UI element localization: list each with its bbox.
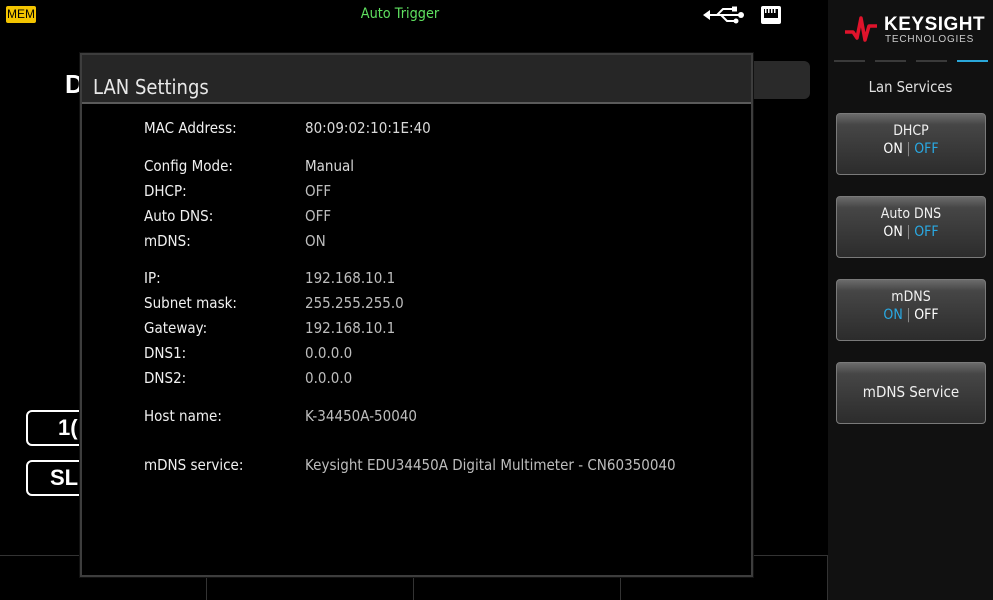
menu-title: Lan Services bbox=[868, 78, 953, 96]
ip-row: IP: 192.168.10.1 bbox=[82, 269, 742, 293]
dialog-header: LAN Settings bbox=[82, 55, 751, 104]
mdns-softkey[interactable]: mDNS ON | OFF bbox=[836, 279, 986, 341]
mdns-service-softkey[interactable]: mDNS Service bbox=[836, 362, 986, 424]
ip-value: 192.168.10.1 bbox=[305, 269, 396, 287]
auto-dns-value: OFF bbox=[305, 207, 332, 225]
dns2-row: DNS2: 0.0.0.0 bbox=[82, 369, 742, 393]
keysight-wave-icon bbox=[845, 16, 877, 42]
gateway-row: Gateway: 192.168.10.1 bbox=[82, 319, 742, 343]
subnet-mask-label: Subnet mask: bbox=[144, 294, 237, 312]
dns1-row: DNS1: 0.0.0.0 bbox=[82, 344, 742, 368]
mac-address-label: MAC Address: bbox=[144, 119, 237, 137]
ip-label: IP: bbox=[144, 269, 161, 287]
mdns-toggle: ON | OFF bbox=[883, 307, 939, 323]
gateway-label: Gateway: bbox=[144, 319, 208, 337]
auto-dns-on-option: ON bbox=[883, 224, 903, 240]
subnet-mask-value: 255.255.255.0 bbox=[305, 294, 404, 312]
dhcp-row: DHCP: OFF bbox=[82, 182, 742, 206]
dhcp-label: DHCP: bbox=[144, 182, 187, 200]
auto-dns-label: Auto DNS: bbox=[144, 207, 214, 225]
config-mode-row: Config Mode: Manual bbox=[82, 157, 742, 181]
usb-icon bbox=[703, 6, 744, 24]
dialog-title: LAN Settings bbox=[93, 75, 209, 99]
dns2-label: DNS2: bbox=[144, 369, 187, 387]
dns2-value: 0.0.0.0 bbox=[305, 369, 353, 387]
auto-dns-toggle: ON | OFF bbox=[883, 224, 939, 240]
dhcp-toggle: ON | OFF bbox=[883, 141, 939, 157]
config-mode-label: Config Mode: bbox=[144, 157, 233, 175]
status-bar: MEM Auto Trigger bbox=[0, 0, 828, 33]
dhcp-value: OFF bbox=[305, 182, 332, 200]
dhcp-off-option: OFF bbox=[914, 141, 939, 157]
mem-badge: MEM bbox=[6, 6, 36, 23]
mdns-value: ON bbox=[305, 232, 326, 250]
host-name-label: Host name: bbox=[144, 407, 222, 425]
mdns-row: mDNS: ON bbox=[82, 232, 742, 256]
logo-wordmark: KEYSIGHT bbox=[884, 14, 986, 35]
host-name-value: K-34450A-50040 bbox=[305, 407, 418, 425]
mdns-service-label: mDNS service: bbox=[144, 456, 244, 474]
config-mode-value: Manual bbox=[305, 157, 355, 175]
mac-address-row: MAC Address: 80:09:02:10:1E:40 bbox=[82, 119, 742, 143]
lan-icon bbox=[761, 6, 781, 24]
mdns-service-value: Keysight EDU34450A Digital Multimeter - … bbox=[305, 456, 676, 474]
keysight-logo: KEYSIGHT TECHNOLOGIES bbox=[844, 10, 990, 46]
menu-page-indicator bbox=[834, 60, 988, 62]
mdns-softkey-label: mDNS bbox=[891, 289, 931, 305]
host-name-row: Host name: K-34450A-50040 bbox=[82, 407, 742, 431]
mac-address-value: 80:09:02:10:1E:40 bbox=[305, 119, 431, 137]
trigger-status: Auto Trigger bbox=[360, 6, 440, 22]
softkey-panel: KEYSIGHT TECHNOLOGIES Lan Services DHCP … bbox=[828, 0, 993, 600]
dhcp-on-option: ON bbox=[883, 141, 903, 157]
mdns-off-option: OFF bbox=[914, 307, 939, 323]
mdns-on-option: ON bbox=[883, 307, 903, 323]
dns1-label: DNS1: bbox=[144, 344, 187, 362]
logo-subtitle: TECHNOLOGIES bbox=[885, 34, 975, 45]
lan-settings-dialog: LAN Settings MAC Address: 80:09:02:10:1E… bbox=[80, 53, 753, 577]
gateway-value: 192.168.10.1 bbox=[305, 319, 396, 337]
mdns-service-softkey-label: mDNS Service bbox=[862, 383, 960, 401]
mdns-label: mDNS: bbox=[144, 232, 191, 250]
auto-dns-row: Auto DNS: OFF bbox=[82, 207, 742, 231]
dns1-value: 0.0.0.0 bbox=[305, 344, 353, 362]
dhcp-softkey-label: DHCP bbox=[893, 123, 929, 139]
auto-dns-softkey-label: Auto DNS bbox=[880, 206, 942, 222]
mdns-service-row: mDNS service: Keysight EDU34450A Digital… bbox=[82, 456, 742, 480]
dhcp-softkey[interactable]: DHCP ON | OFF bbox=[836, 113, 986, 175]
auto-dns-off-option: OFF bbox=[914, 224, 939, 240]
subnet-mask-row: Subnet mask: 255.255.255.0 bbox=[82, 294, 742, 318]
auto-dns-softkey[interactable]: Auto DNS ON | OFF bbox=[836, 196, 986, 258]
